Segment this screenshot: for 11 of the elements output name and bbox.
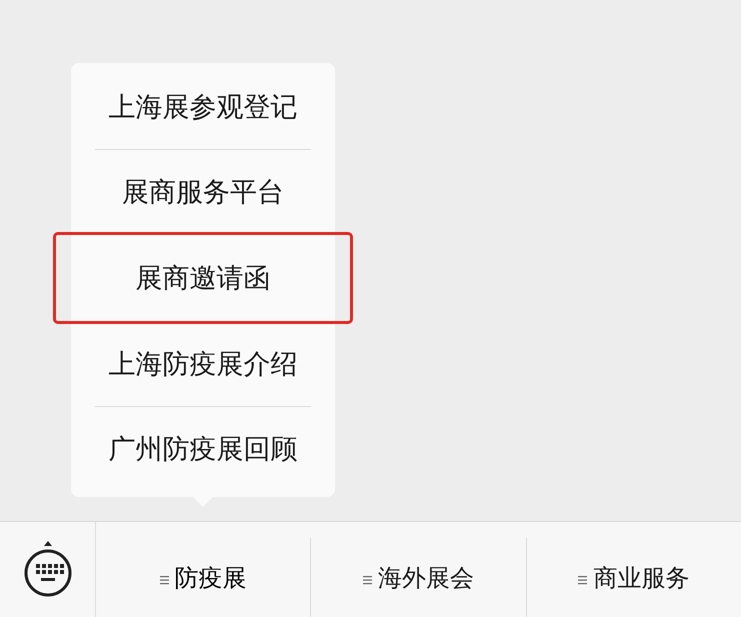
menu-item[interactable]: 上海防疫展介绍 (71, 322, 335, 406)
menu-item[interactable]: 广州防疫展回顾 (71, 407, 335, 491)
menu-tab[interactable]: 防疫展 (96, 538, 312, 617)
menu-tab[interactable]: 商业服务 (526, 538, 741, 617)
menu-item[interactable]: 展商邀请函 (53, 232, 353, 324)
menu-item[interactable]: 上海展参观登记 (71, 65, 335, 149)
menu-icon (160, 574, 169, 584)
menu-icon (362, 574, 372, 584)
menu-item[interactable]: 展商服务平台 (71, 150, 335, 234)
menu-icon (578, 574, 588, 584)
menu-tab[interactable]: 海外展会 (311, 538, 527, 617)
